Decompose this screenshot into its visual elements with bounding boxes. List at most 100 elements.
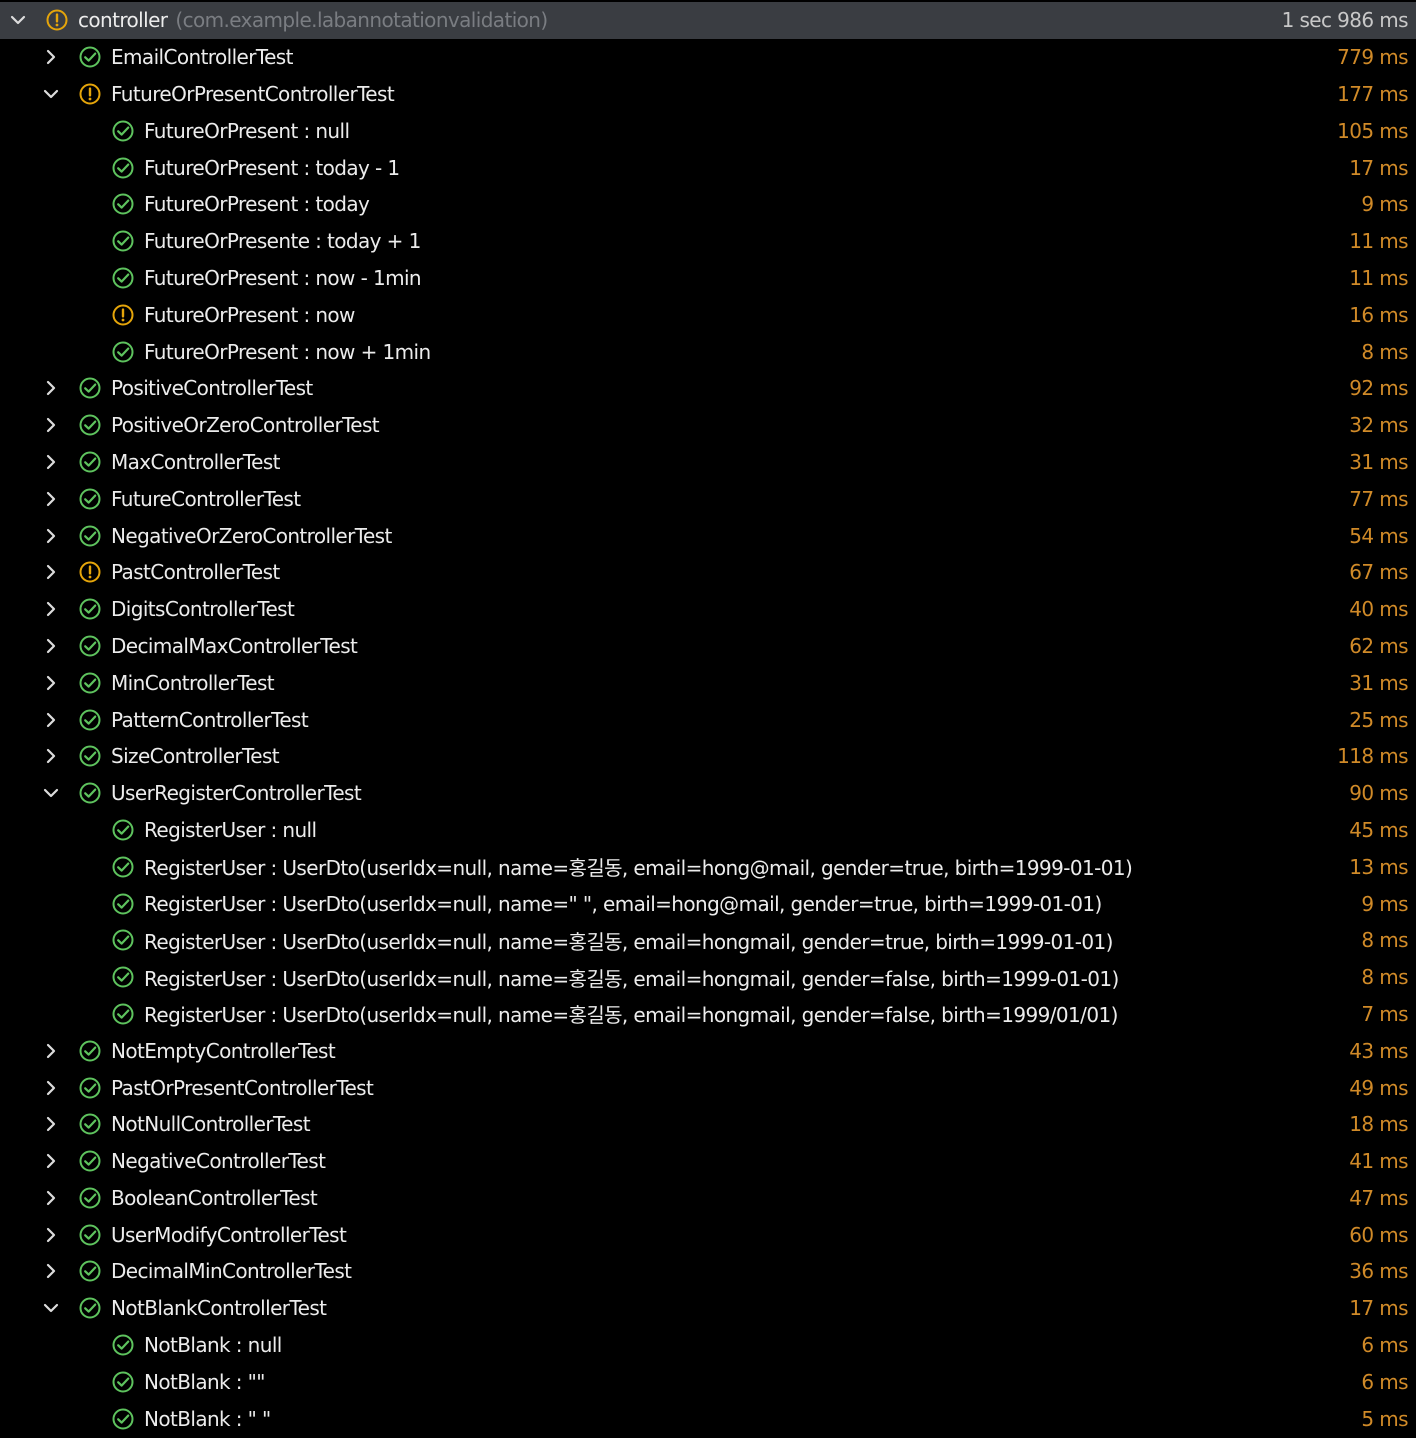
test-method-row[interactable]: RegisterUser : UserDto(userIdx=null, nam… <box>0 996 1416 1033</box>
duration: 11 ms <box>1349 229 1408 254</box>
test-results-tree[interactable]: controller (com.example.labannotationvali… <box>0 2 1416 1437</box>
test-name-label: FutureOrPresente : today + 1 <box>144 229 421 254</box>
chevron-right-icon[interactable] <box>41 562 61 582</box>
test-class-row[interactable]: PastControllerTest 67 ms <box>0 554 1416 591</box>
test-class-row[interactable]: EmailControllerTest 779 ms <box>0 39 1416 76</box>
test-name-label: NotNullControllerTest <box>111 1112 311 1137</box>
test-name-label: FutureOrPresent : today <box>144 192 370 217</box>
test-name-label: MinControllerTest <box>111 670 275 695</box>
test-class-row[interactable]: PastOrPresentControllerTest 49 ms <box>0 1069 1416 1106</box>
chevron-right-icon[interactable] <box>41 526 61 546</box>
chevron-right-icon[interactable] <box>41 415 61 435</box>
test-class-row[interactable]: BooleanControllerTest 47 ms <box>0 1180 1416 1217</box>
test-class-row[interactable]: DecimalMaxControllerTest 62 ms <box>0 628 1416 665</box>
chevron-right-icon[interactable] <box>41 673 61 693</box>
test-method-row[interactable]: RegisterUser : UserDto(userIdx=null, nam… <box>0 848 1416 885</box>
chevron-right-icon[interactable] <box>41 1041 61 1061</box>
check-circle-icon <box>77 412 103 438</box>
test-class-row[interactable]: FutureControllerTest 77 ms <box>0 480 1416 517</box>
chevron-down-icon[interactable] <box>41 84 61 104</box>
duration: 6 ms <box>1361 1333 1408 1358</box>
check-circle-icon <box>77 523 103 549</box>
check-circle-icon <box>77 596 103 622</box>
check-circle-icon <box>110 191 136 217</box>
check-circle-icon <box>77 670 103 696</box>
test-class-row[interactable]: SizeControllerTest 118 ms <box>0 738 1416 775</box>
chevron-right-icon[interactable] <box>41 47 61 67</box>
test-name-label: DecimalMaxControllerTest <box>111 633 358 658</box>
test-class-row[interactable]: UserModifyControllerTest 60 ms <box>0 1216 1416 1253</box>
test-class-row[interactable]: NotNullControllerTest 18 ms <box>0 1106 1416 1143</box>
duration: 105 ms <box>1337 118 1408 143</box>
chevron-right-icon[interactable] <box>41 1188 61 1208</box>
test-method-row[interactable]: FutureOrPresent : now 16 ms <box>0 296 1416 333</box>
test-class-row[interactable]: MaxControllerTest 31 ms <box>0 444 1416 481</box>
chevron-right-icon[interactable] <box>41 636 61 656</box>
test-class-row[interactable]: NotBlankControllerTest 17 ms <box>0 1290 1416 1327</box>
test-class-row[interactable]: NegativeControllerTest 41 ms <box>0 1143 1416 1180</box>
test-class-row[interactable]: NegativeOrZeroControllerTest 54 ms <box>0 517 1416 554</box>
test-name: FutureOrPresent : now + 1min <box>144 340 431 364</box>
test-package-row[interactable]: controller (com.example.labannotationvali… <box>0 2 1416 39</box>
check-circle-icon <box>110 1332 136 1358</box>
duration: 16 ms <box>1349 302 1408 327</box>
test-class-row[interactable]: PositiveOrZeroControllerTest 32 ms <box>0 407 1416 444</box>
test-method-row[interactable]: FutureOrPresent : today - 1 17 ms <box>0 149 1416 186</box>
test-method-row[interactable]: RegisterUser : UserDto(userIdx=null, nam… <box>0 959 1416 996</box>
chevron-right-icon[interactable] <box>41 1151 61 1171</box>
check-circle-icon <box>77 780 103 806</box>
test-class-row[interactable]: PatternControllerTest 25 ms <box>0 701 1416 738</box>
test-name-label: RegisterUser : UserDto(userIdx=null, nam… <box>144 1003 1118 1028</box>
chevron-right-icon[interactable] <box>41 746 61 766</box>
test-method-row[interactable]: NotBlank : "" 6 ms <box>0 1363 1416 1400</box>
test-name: SizeControllerTest <box>111 744 280 769</box>
test-name-label: UserRegisterControllerTest <box>111 781 362 806</box>
chevron-right-icon[interactable] <box>41 1078 61 1098</box>
chevron-down-icon[interactable] <box>41 1298 61 1318</box>
chevron-right-icon[interactable] <box>41 489 61 509</box>
check-circle-icon <box>77 486 103 512</box>
test-name: UserRegisterControllerTest <box>111 781 362 806</box>
chevron-down-icon[interactable] <box>8 10 28 30</box>
chevron-right-icon[interactable] <box>41 452 61 472</box>
test-class-row[interactable]: DecimalMinControllerTest 36 ms <box>0 1253 1416 1290</box>
test-method-row[interactable]: NotBlank : null 6 ms <box>0 1327 1416 1364</box>
check-circle-icon <box>77 1295 103 1321</box>
test-method-row[interactable]: FutureOrPresent : today 9 ms <box>0 186 1416 223</box>
duration: 11 ms <box>1349 265 1408 290</box>
chevron-right-icon[interactable] <box>41 378 61 398</box>
chevron-right-icon[interactable] <box>41 1114 61 1134</box>
chevron-right-icon[interactable] <box>41 599 61 619</box>
chevron-right-icon[interactable] <box>41 1225 61 1245</box>
check-circle-icon <box>77 1148 103 1174</box>
duration: 62 ms <box>1349 633 1408 658</box>
test-name-label: PastControllerTest <box>111 560 280 585</box>
duration: 67 ms <box>1349 560 1408 585</box>
test-class-row[interactable]: DigitsControllerTest 40 ms <box>0 591 1416 628</box>
check-circle-icon <box>110 1406 136 1432</box>
check-circle-icon <box>110 854 136 880</box>
test-method-row[interactable]: FutureOrPresent : now + 1min 8 ms <box>0 333 1416 370</box>
test-class-row[interactable]: NotEmptyControllerTest 43 ms <box>0 1032 1416 1069</box>
test-method-row[interactable]: RegisterUser : null 45 ms <box>0 812 1416 849</box>
test-method-row[interactable]: NotBlank : " " 5 ms <box>0 1400 1416 1437</box>
test-method-row[interactable]: RegisterUser : UserDto(userIdx=null, nam… <box>0 922 1416 959</box>
test-name-label: SizeControllerTest <box>111 744 280 769</box>
test-method-row[interactable]: FutureOrPresent : now - 1min 11 ms <box>0 260 1416 297</box>
test-method-row[interactable]: FutureOrPresente : today + 1 11 ms <box>0 223 1416 260</box>
test-method-row[interactable]: RegisterUser : UserDto(userIdx=null, nam… <box>0 885 1416 922</box>
test-name: PositiveOrZeroControllerTest <box>111 413 380 437</box>
test-class-row[interactable]: PositiveControllerTest 92 ms <box>0 370 1416 407</box>
chevron-down-icon[interactable] <box>41 783 61 803</box>
test-method-row[interactable]: FutureOrPresent : null 105 ms <box>0 112 1416 149</box>
test-class-row[interactable]: MinControllerTest 31 ms <box>0 664 1416 701</box>
test-class-row[interactable]: FutureOrPresentControllerTest 177 ms <box>0 76 1416 113</box>
test-name: MaxControllerTest <box>111 450 281 474</box>
test-name: RegisterUser : UserDto(userIdx=null, nam… <box>144 892 1102 916</box>
duration: 779 ms <box>1337 45 1408 70</box>
test-class-row[interactable]: UserRegisterControllerTest 90 ms <box>0 775 1416 812</box>
test-name-label: EmailControllerTest <box>111 45 293 70</box>
chevron-right-icon[interactable] <box>41 1261 61 1281</box>
test-name-label: NotBlank : null <box>144 1333 282 1358</box>
chevron-right-icon[interactable] <box>41 710 61 730</box>
